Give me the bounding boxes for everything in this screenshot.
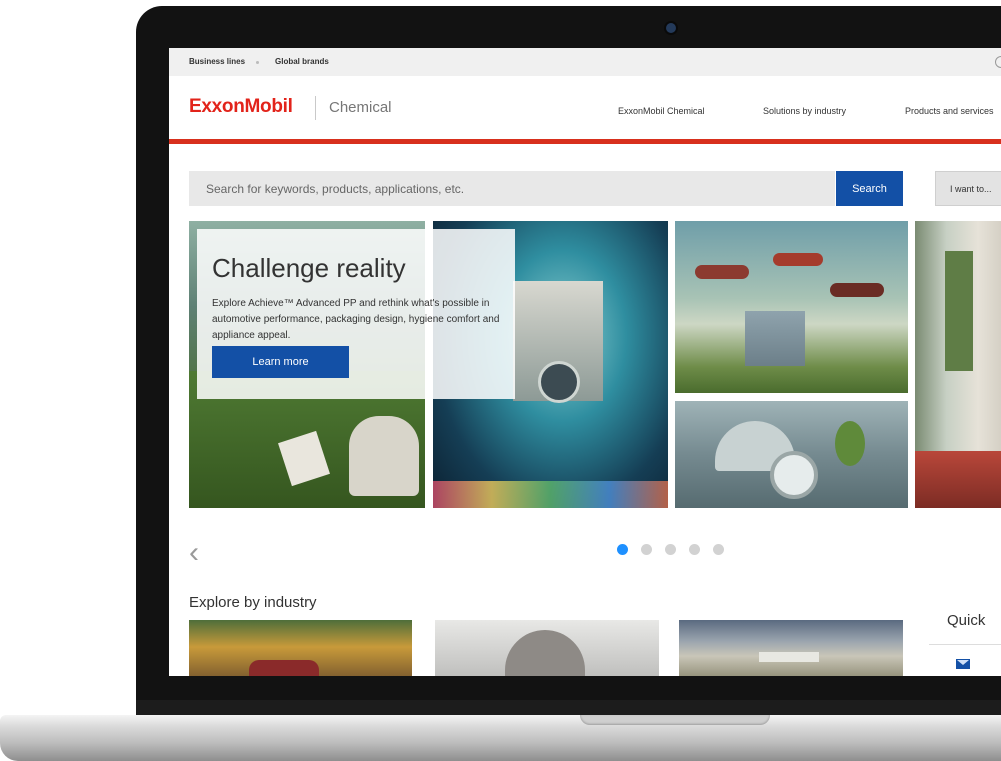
hero-text-card: Challenge reality Explore Achieve™ Advan… <box>197 229 515 399</box>
topbar-separator <box>256 61 259 64</box>
i-want-to-dropdown[interactable]: I want to... <box>935 171 1001 206</box>
site-header: ExxonMobil Chemical ExxonMobil Chemical … <box>169 76 1001 138</box>
pipe-shape <box>770 451 818 499</box>
broccoli-shape <box>835 421 865 466</box>
industry-card-construction[interactable] <box>679 620 903 676</box>
browser-viewport: Business lines Global brands ExxonMobil … <box>169 48 1001 676</box>
nav-exxonmobil-chemical[interactable]: ExxonMobil Chemical <box>618 106 705 116</box>
webcam-icon <box>666 23 676 33</box>
logo-subtitle: Chemical <box>329 99 392 116</box>
nav-solutions-by-industry[interactable]: Solutions by industry <box>763 106 846 116</box>
hero-description: Explore Achieve™ Advanced PP and rethink… <box>212 298 500 341</box>
carousel-dot-3[interactable] <box>665 544 676 555</box>
globe-icon[interactable] <box>995 56 1001 68</box>
washer-shape <box>538 361 580 403</box>
laptop-base <box>0 715 1001 761</box>
color-floor <box>433 481 668 508</box>
appliance-shape <box>505 630 585 676</box>
hero-title: Challenge reality <box>212 253 406 283</box>
topbar-link-global-brands[interactable]: Global brands <box>275 57 329 66</box>
chevron-left-icon[interactable]: ‹ <box>189 538 199 568</box>
door-shape <box>945 251 973 371</box>
topbar-link-business-lines[interactable]: Business lines <box>189 57 245 66</box>
car-shape <box>830 283 884 297</box>
search-input[interactable] <box>189 171 835 206</box>
utility-bar: Business lines Global brands <box>169 48 1001 76</box>
carousel-dot-4[interactable] <box>689 544 700 555</box>
city-skyline <box>745 311 805 366</box>
industry-card-automotive[interactable] <box>189 620 412 676</box>
building-shape <box>759 652 819 662</box>
search-button[interactable]: Search <box>836 171 903 206</box>
cushion-shape <box>349 416 419 496</box>
quick-links-title: Quick <box>947 612 986 629</box>
car-shape <box>773 253 823 266</box>
header-accent-bar <box>169 139 1001 144</box>
car-shape <box>695 265 749 279</box>
carousel-dot-2[interactable] <box>641 544 652 555</box>
exxonmobil-logo[interactable]: ExxonMobil <box>189 96 293 118</box>
industry-card-appliances[interactable] <box>435 620 659 676</box>
hero-image-packaging[interactable] <box>675 401 908 508</box>
logo-divider <box>315 96 316 120</box>
car-shape <box>249 660 319 676</box>
hero-image-floating-cars[interactable] <box>675 221 908 393</box>
laptop-notch <box>580 715 770 725</box>
learn-more-button[interactable]: Learn more <box>212 346 349 378</box>
quick-links-divider <box>929 644 1001 645</box>
furniture-shape <box>915 451 1001 508</box>
mail-icon[interactable] <box>956 659 970 669</box>
carousel-dot-5[interactable] <box>713 544 724 555</box>
hero-image-interior[interactable] <box>915 221 1001 508</box>
nav-products-and-services[interactable]: Products and services <box>905 106 994 116</box>
explore-section-title: Explore by industry <box>189 594 317 611</box>
carousel-dot-1[interactable] <box>617 544 628 555</box>
